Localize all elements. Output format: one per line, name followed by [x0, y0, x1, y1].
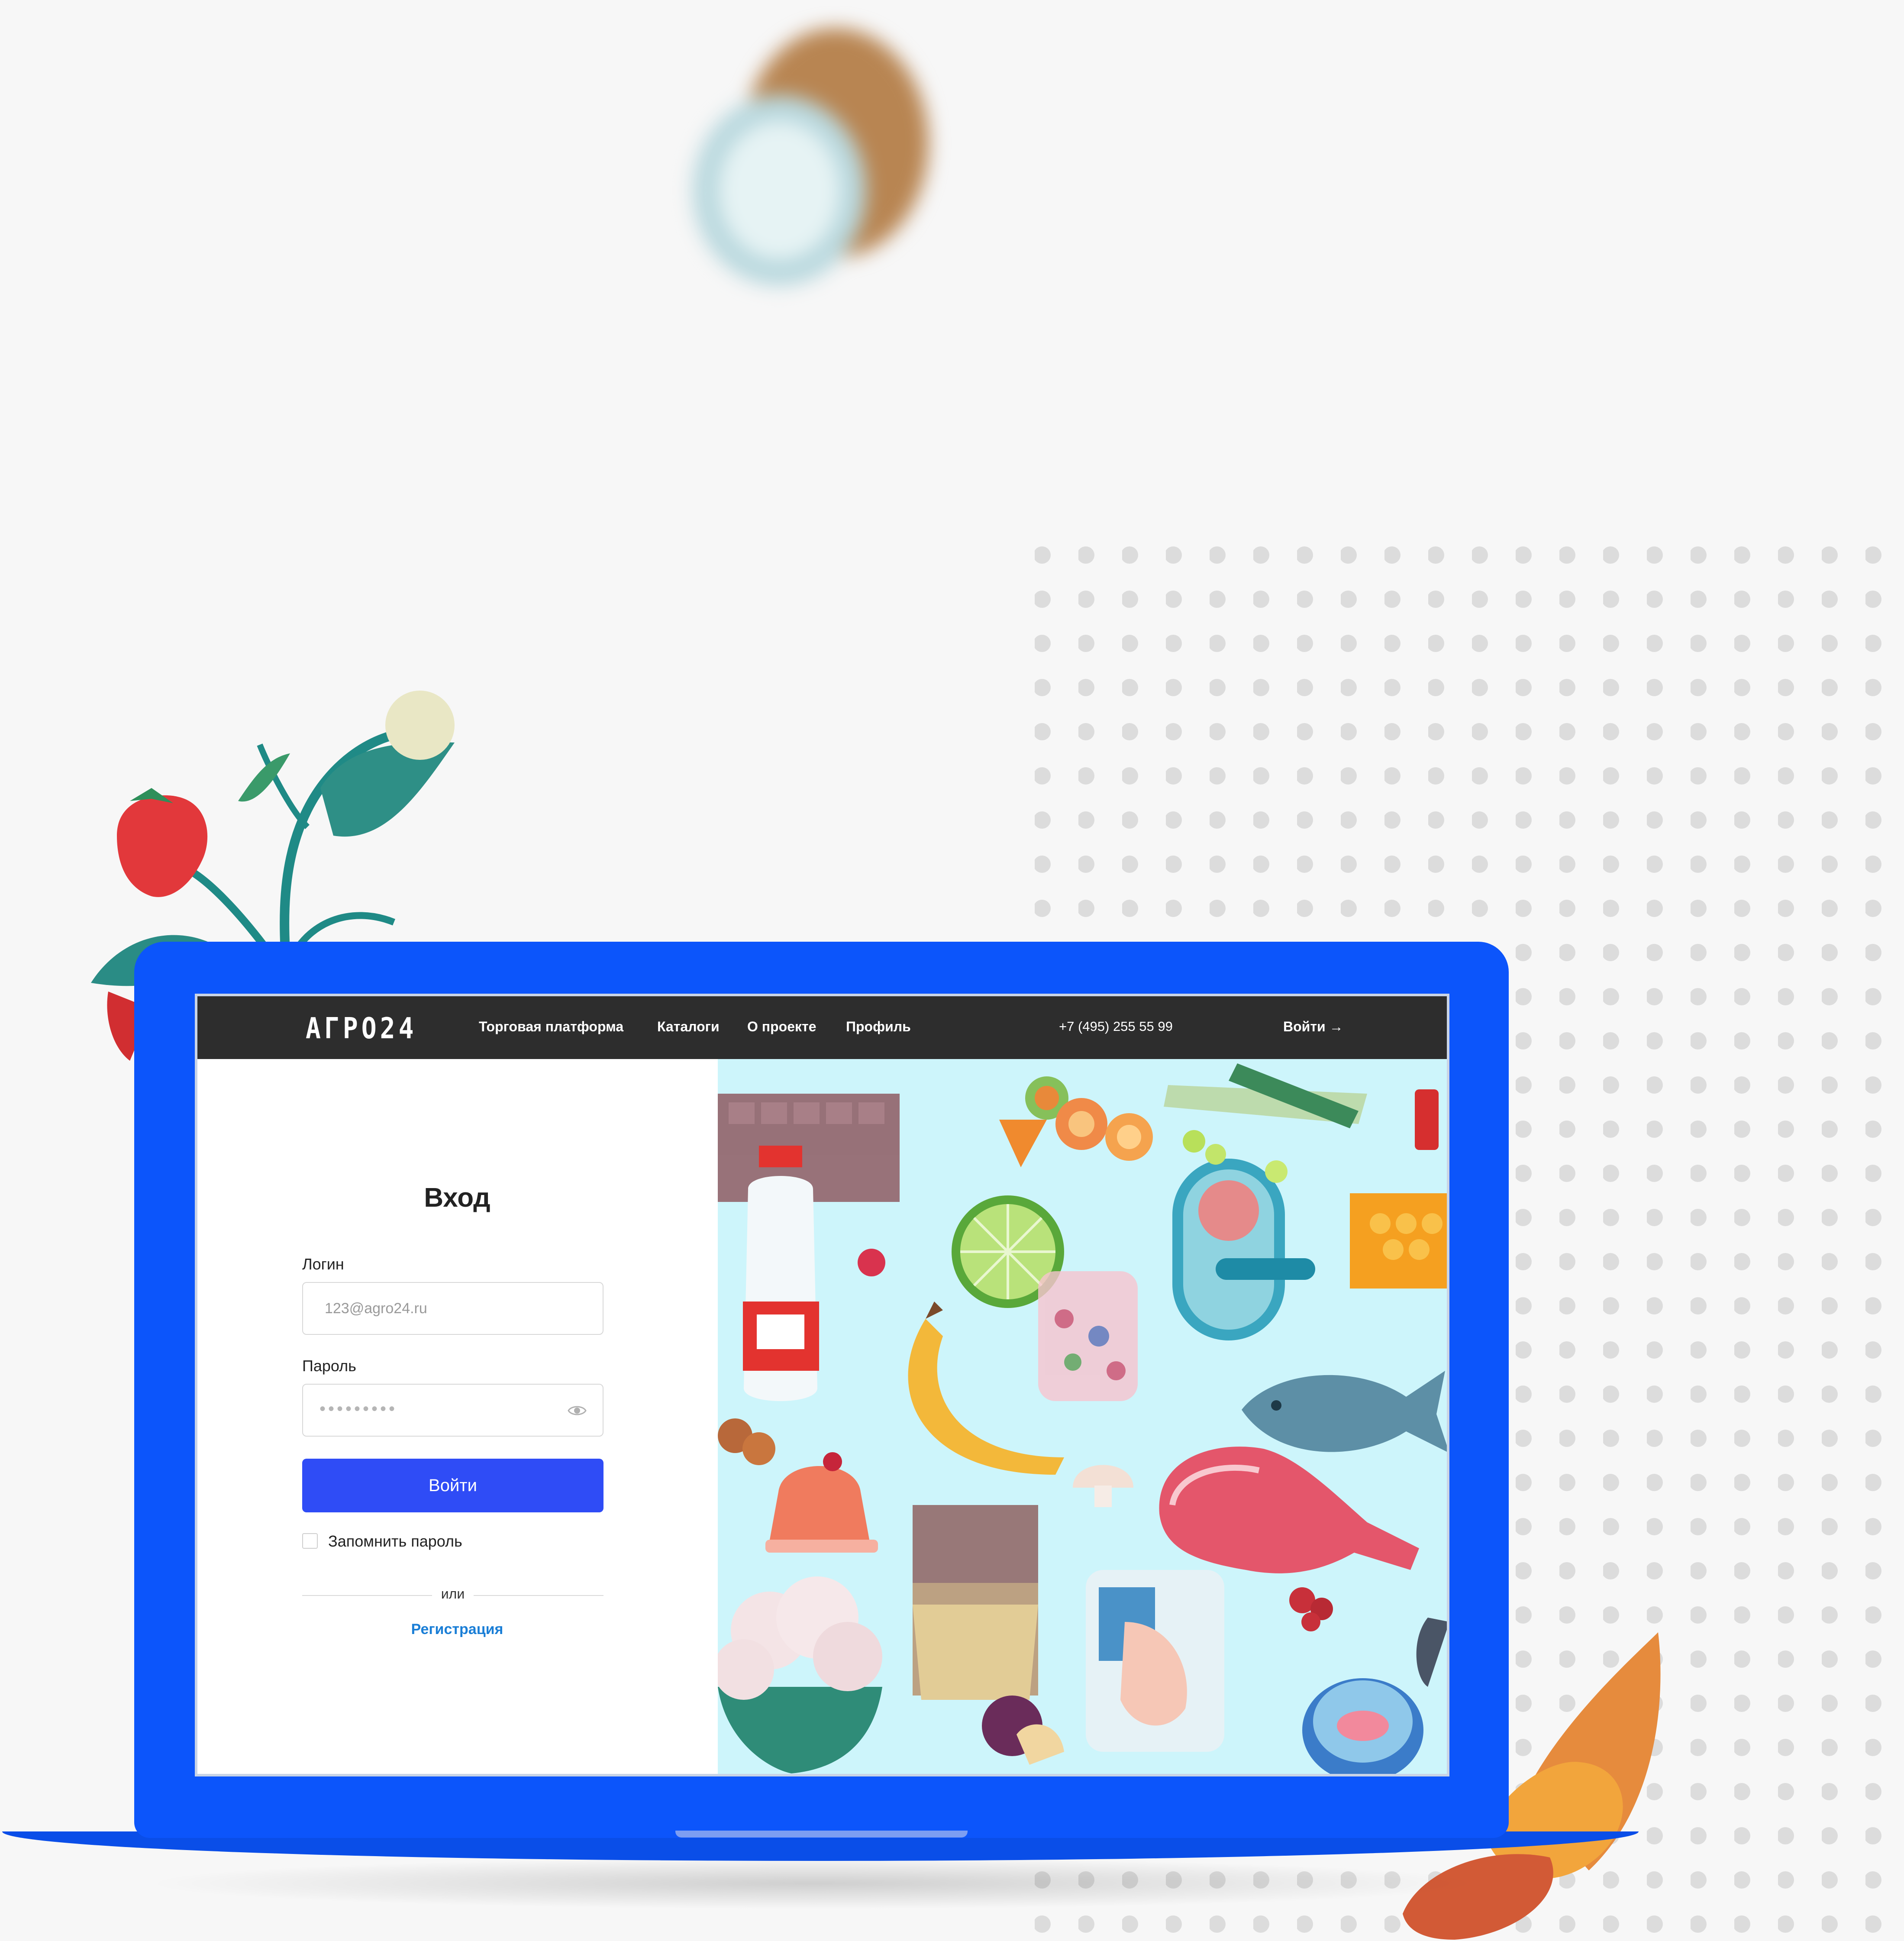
remember-password-label[interactable]: Запомнить пароль	[328, 1532, 462, 1550]
divider-left	[302, 1595, 432, 1596]
divider-right	[474, 1595, 603, 1596]
nav-profile[interactable]: Профиль	[846, 1019, 911, 1035]
divider-or-text: или	[441, 1586, 465, 1602]
eye-icon[interactable]	[567, 1403, 587, 1418]
password-input[interactable]: •••••••••	[302, 1384, 603, 1437]
blurred-coconut-decoration	[693, 28, 929, 286]
nav-catalogs[interactable]: Каталоги	[657, 1019, 720, 1035]
phone-number[interactable]: +7 (495) 255 55 99	[1059, 1019, 1173, 1034]
milk-bottle	[743, 1146, 819, 1401]
login-title: Вход	[424, 1183, 491, 1213]
laptop-shadow	[143, 1857, 1485, 1909]
top-navigation-bar: АГРО24 Торговая платформа Каталоги О про…	[197, 996, 1447, 1059]
jam-jar	[1038, 1271, 1138, 1401]
honeycomb	[1350, 1193, 1447, 1289]
flour-bag	[913, 1505, 1038, 1700]
laptop-notch	[675, 1831, 968, 1838]
site-logo[interactable]: АГРО24	[306, 1011, 417, 1045]
nav-about[interactable]: О проекте	[747, 1019, 816, 1035]
password-mask: •••••••••	[319, 1399, 398, 1418]
submit-login-button[interactable]: Войти	[302, 1459, 603, 1512]
password-label: Пароль	[302, 1357, 356, 1375]
login-input[interactable]: 123@agro24.ru	[302, 1282, 603, 1335]
nav-trading-platform[interactable]: Торговая платформа	[479, 1019, 623, 1035]
laptop-screen: АГРО24 Торговая платформа Каталоги О про…	[195, 994, 1449, 1776]
login-label: Логин	[302, 1255, 344, 1273]
remember-password-checkbox[interactable]	[302, 1533, 318, 1549]
register-link[interactable]: Регистрация	[197, 1621, 717, 1638]
poultry-package	[1086, 1570, 1224, 1752]
grocery-illustration	[718, 1059, 1447, 1774]
login-placeholder: 123@agro24.ru	[325, 1300, 427, 1317]
header-signin-link[interactable]: Войти →	[1283, 1019, 1343, 1035]
